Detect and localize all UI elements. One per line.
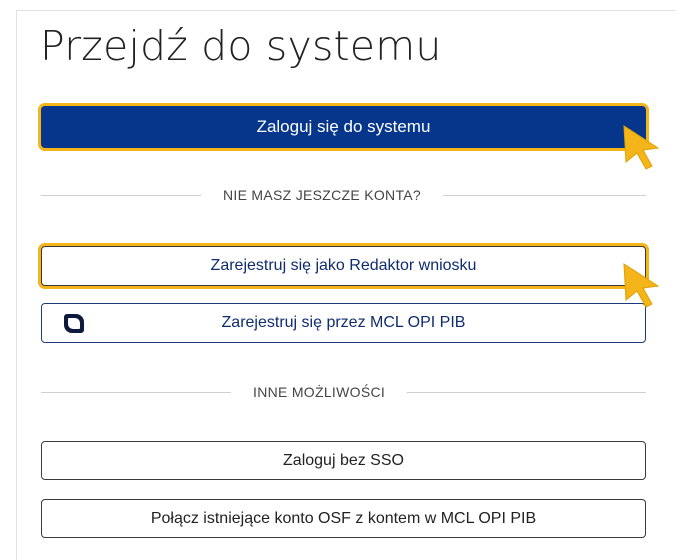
login-button-label: Zaloguj się do systemu (256, 117, 431, 136)
pointer-cursor-icon (623, 263, 660, 308)
connect-account-button[interactable]: Połącz istniejące konto OSF z kontem w M… (41, 499, 646, 538)
divider-line (407, 391, 646, 393)
register-mcl-button[interactable]: Zarejestruj się przez MCL OPI PIB (41, 303, 646, 343)
divider-other-options: INNE MOŻLIWOŚCI (41, 382, 646, 402)
register-editor-label: Zarejestruj się jako Redaktor wniosku (210, 257, 477, 274)
divider-line (443, 194, 646, 196)
login-button[interactable]: Zaloguj się do systemu (41, 106, 646, 148)
connect-account-label: Połącz istniejące konto OSF z kontem w M… (150, 509, 537, 527)
divider-line (41, 391, 231, 393)
login-no-sso-label: Zaloguj bez SSO (283, 451, 404, 469)
divider-label-other-options: INNE MOŻLIWOŚCI (253, 384, 386, 400)
divider-label-no-account: NIE MASZ JESZCZE KONTA? (223, 187, 421, 203)
divider-line (41, 194, 201, 196)
register-editor-button[interactable]: Zarejestruj się jako Redaktor wniosku (41, 246, 646, 286)
register-mcl-label: Zarejestruj się przez MCL OPI PIB (221, 314, 466, 331)
login-no-sso-button[interactable]: Zaloguj bez SSO (41, 441, 646, 480)
divider-no-account: NIE MASZ JESZCZE KONTA? (41, 185, 646, 205)
pointer-cursor-icon (623, 125, 660, 170)
mcl-logo-icon (64, 314, 84, 333)
page-title: Przejdź do systemu (40, 22, 442, 70)
